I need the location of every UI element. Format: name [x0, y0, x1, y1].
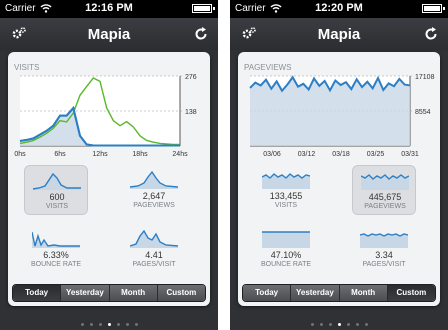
x-tick-label: 03/06: [263, 151, 281, 158]
app-title: Mapia: [87, 26, 131, 43]
status-time: 12:16 PM: [85, 2, 133, 14]
nav-bar: Mapia: [0, 18, 218, 50]
segment-month[interactable]: Month: [109, 285, 158, 301]
tile-label: BOUNCE RATE: [30, 261, 82, 268]
x-tick-label: 24hs: [172, 151, 188, 158]
tile-label: PAGEVIEWS: [133, 202, 175, 209]
segment-custom[interactable]: Custom: [157, 285, 205, 301]
tile-sparkline: [130, 170, 178, 189]
x-tick-label: 18hs: [132, 151, 148, 158]
page-indicator[interactable]: [230, 316, 448, 330]
tile-pageviews[interactable]: 2,647 PAGEVIEWS: [122, 165, 186, 215]
status-bar: Carrier 12:16 PM: [0, 0, 218, 18]
page-dot[interactable]: [134, 323, 138, 327]
x-tick-label: 03/18: [332, 151, 350, 158]
tile-label: VISITS: [274, 202, 298, 209]
x-tick-label: 03/31: [401, 151, 419, 158]
page-dot[interactable]: [355, 323, 359, 327]
page-dot[interactable]: [346, 323, 350, 327]
stats-card: VISITS 276 138 0hs 6hs 12hs 18hs 24hs 600 VISI…: [8, 52, 210, 306]
tile-sparkline: [360, 233, 408, 248]
page-dot[interactable]: [337, 323, 341, 327]
tile-bounce-rate[interactable]: 6.33% BOUNCE RATE: [24, 224, 88, 274]
tile-label: VISITS: [45, 203, 69, 210]
page-dot[interactable]: [328, 323, 332, 327]
tile-pages-per-visit[interactable]: 4.41 PAGES/VISIT: [122, 224, 186, 274]
tile-sparkline: [361, 174, 409, 190]
y-tick-label: 17108: [415, 74, 435, 81]
segment-yesterday[interactable]: Yesterday: [291, 285, 340, 301]
nav-bar: Mapia: [230, 18, 448, 50]
tile-value: 4.41: [145, 250, 163, 260]
y-tick-label: 138: [185, 109, 197, 116]
tile-value: 445,675: [368, 192, 402, 202]
page-indicator[interactable]: [0, 316, 218, 330]
segment-custom[interactable]: Custom: [387, 285, 435, 301]
segment-month[interactable]: Month: [339, 285, 388, 301]
tile-sparkline: [262, 231, 310, 248]
page-dot[interactable]: [310, 323, 314, 327]
tile-value: 3.34: [375, 250, 393, 260]
tile-sparkline: [33, 172, 81, 190]
tile-sparkline: [262, 173, 310, 189]
battery-icon: [192, 4, 215, 13]
segment-today[interactable]: Today: [13, 285, 62, 301]
page-dot[interactable]: [107, 323, 111, 327]
page-dot[interactable]: [89, 323, 93, 327]
tile-value: 600: [49, 192, 65, 202]
refresh-icon[interactable]: [192, 25, 210, 43]
refresh-icon[interactable]: [422, 25, 440, 43]
segment-today[interactable]: Today: [243, 285, 292, 301]
status-time: 12:20 PM: [315, 2, 363, 14]
y-tick-label: 8554: [415, 109, 431, 116]
page-dot[interactable]: [319, 323, 323, 327]
tile-pageviews[interactable]: 445,675 PAGEVIEWS: [352, 165, 416, 215]
tile-visits[interactable]: 600 VISITS: [24, 165, 88, 215]
page-dot[interactable]: [364, 323, 368, 327]
x-tick-label: 03/25: [367, 151, 385, 158]
y-tick-label: 276: [185, 74, 197, 81]
stats-card: PAGEVIEWS 17108 8554 03/06 03/12 03/18 03/25 0…: [238, 52, 440, 306]
date-range-segmented-control: Today Yesterday Month Custom: [12, 284, 206, 302]
app-title: Mapia: [317, 26, 361, 43]
main-chart: 276 138 0hs 6hs 12hs 18hs 24hs: [14, 74, 197, 158]
tile-value: 2,647: [142, 191, 166, 201]
tile-visits[interactable]: 133,455 VISITS: [254, 165, 318, 215]
x-tick-label: 12hs: [92, 151, 108, 158]
tile-sparkline: [32, 231, 80, 248]
segment-yesterday[interactable]: Yesterday: [61, 285, 110, 301]
tile-sparkline: [130, 229, 178, 248]
tile-label: PAGES/VISIT: [132, 261, 176, 268]
tile-label: BOUNCE RATE: [260, 261, 312, 268]
tile-value: 6.33%: [43, 250, 69, 260]
tile-value: 47.10%: [270, 250, 302, 260]
tile-bounce-rate[interactable]: 47.10% BOUNCE RATE: [254, 224, 318, 274]
page-dot[interactable]: [116, 323, 120, 327]
page-dot[interactable]: [125, 323, 129, 327]
phone-screen-left: Carrier 12:16 PM Mapia VISITS 276 138 0hs 6…: [0, 0, 218, 330]
page-dot[interactable]: [80, 323, 84, 327]
tile-value: 133,455: [269, 191, 303, 201]
x-tick-label: 03/12: [298, 151, 316, 158]
x-tick-label: 0hs: [14, 151, 26, 158]
main-chart: 17108 8554 03/06 03/12 03/18 03/25 03/31: [249, 74, 435, 158]
status-bar: Carrier 12:20 PM: [230, 0, 448, 18]
tile-pages-per-visit[interactable]: 3.34 PAGES/VISIT: [352, 224, 416, 274]
phone-screen-right: Carrier 12:20 PM Mapia PAGEVIEWS 17108 85…: [230, 0, 448, 330]
battery-icon: [422, 4, 445, 13]
date-range-segmented-control: Today Yesterday Month Custom: [242, 284, 436, 302]
page-dot[interactable]: [98, 323, 102, 327]
x-tick-label: 6hs: [54, 151, 66, 158]
tile-label: PAGEVIEWS: [364, 203, 406, 210]
tile-label: PAGES/VISIT: [362, 261, 406, 268]
